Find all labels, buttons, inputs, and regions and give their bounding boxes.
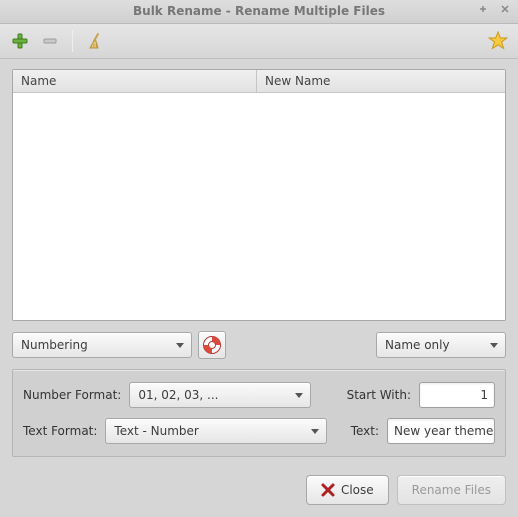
title-bar: Bulk Rename - Rename Multiple Files xyxy=(0,0,518,24)
remove-button[interactable] xyxy=(38,29,62,53)
rename-files-button-label: Rename Files xyxy=(412,483,491,497)
minimize-icon[interactable] xyxy=(476,3,490,18)
chevron-down-icon xyxy=(294,390,304,400)
start-with-value: 1 xyxy=(480,388,488,402)
options-panel: Number Format: 01, 02, 03, ... Start Wit… xyxy=(12,369,506,457)
star-icon xyxy=(488,31,508,51)
mode-row: Numbering Name only xyxy=(12,331,506,359)
text-format-label: Text Format: xyxy=(23,424,97,438)
window-title: Bulk Rename - Rename Multiple Files xyxy=(0,4,518,18)
text-value: New year theme 2 xyxy=(394,424,495,438)
toolbar-separator xyxy=(72,30,73,52)
start-with-label: Start With: xyxy=(347,388,411,402)
broom-icon xyxy=(86,32,104,50)
column-new-name[interactable]: New Name xyxy=(257,70,505,92)
remove-icon xyxy=(41,32,59,50)
action-bar: Close Rename Files xyxy=(0,467,518,517)
bulk-rename-window: Bulk Rename - Rename Multiple Files xyxy=(0,0,518,517)
help-button[interactable] xyxy=(198,331,226,359)
close-icon[interactable] xyxy=(498,3,512,18)
scope-combo-value: Name only xyxy=(385,338,450,352)
mode-combo[interactable]: Numbering xyxy=(12,332,192,358)
text-input[interactable]: New year theme 2 xyxy=(387,418,495,444)
number-format-value: 01, 02, 03, ... xyxy=(138,388,218,402)
text-label: Text: xyxy=(351,424,379,438)
number-format-combo[interactable]: 01, 02, 03, ... xyxy=(129,382,311,408)
close-button[interactable]: Close xyxy=(306,475,389,505)
favorite-button[interactable] xyxy=(486,29,510,53)
cancel-icon xyxy=(321,483,335,497)
mode-combo-value: Numbering xyxy=(21,338,88,352)
toolbar xyxy=(0,24,518,59)
chevron-down-icon xyxy=(489,340,499,350)
text-format-combo[interactable]: Text - Number xyxy=(105,418,327,444)
close-button-label: Close xyxy=(341,483,374,497)
chevron-down-icon xyxy=(175,340,185,350)
window-controls xyxy=(476,3,512,18)
add-icon xyxy=(11,32,29,50)
number-format-label: Number Format: xyxy=(23,388,121,402)
chevron-down-icon xyxy=(310,426,320,436)
content-area: Name New Name Numbering Name only Number… xyxy=(0,59,518,467)
column-name[interactable]: Name xyxy=(13,70,257,92)
rename-files-button[interactable]: Rename Files xyxy=(397,475,506,505)
start-with-input[interactable]: 1 xyxy=(419,382,495,408)
text-format-value: Text - Number xyxy=(114,424,198,438)
list-header: Name New Name xyxy=(13,70,505,93)
file-list[interactable]: Name New Name xyxy=(12,69,506,321)
scope-combo[interactable]: Name only xyxy=(376,332,506,358)
clear-button[interactable] xyxy=(83,29,107,53)
list-body[interactable] xyxy=(13,93,505,320)
add-button[interactable] xyxy=(8,29,32,53)
lifebuoy-icon xyxy=(202,335,222,355)
